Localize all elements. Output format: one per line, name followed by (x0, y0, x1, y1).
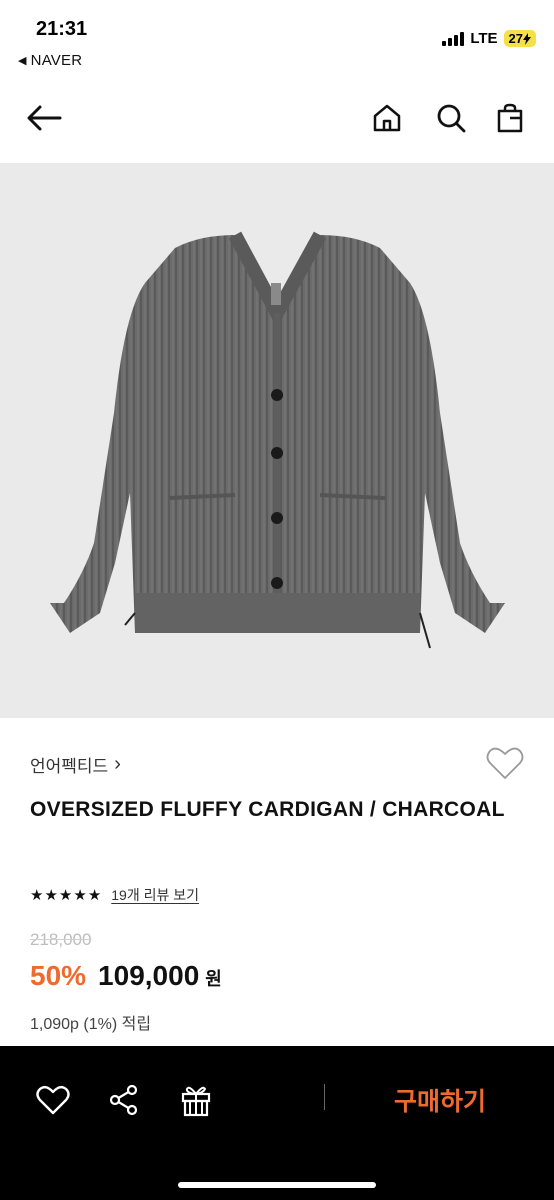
buy-button[interactable]: 구매하기 (370, 1080, 510, 1120)
cardigan-image (50, 231, 505, 649)
bottom-action-bar: 구매하기 (0, 1046, 554, 1200)
like-button[interactable] (33, 1080, 73, 1120)
back-to-app-link[interactable]: ◀ NAVER (18, 52, 82, 69)
brand-name: 언어펙티드 (30, 757, 109, 776)
rating-row: ★ ★ ★ ★ ★ 19개 리뷰 보기 (30, 885, 199, 905)
battery-level: 27 (508, 31, 523, 46)
network-label: LTE (470, 30, 498, 47)
star-icon: ★ (58, 886, 73, 904)
share-icon (109, 1084, 138, 1116)
price-row: 50% 109,000 원 (30, 960, 222, 992)
search-icon (437, 104, 466, 133)
top-navbar (0, 88, 554, 152)
product-image[interactable] (0, 163, 554, 718)
reviews-link[interactable]: 19개 리뷰 보기 (111, 885, 199, 905)
home-indicator[interactable] (178, 1182, 376, 1188)
star-icon: ★ (44, 886, 58, 904)
wishlist-button[interactable] (486, 746, 524, 785)
cart-button[interactable] (490, 98, 530, 138)
gift-icon (181, 1086, 211, 1117)
status-indicators: LTE 27 (442, 30, 536, 47)
product-title: OVERSIZED FLUFFY CARDIGAN / CHARCOAL (30, 798, 505, 821)
brand-link[interactable]: 언어펙티드 › (30, 752, 121, 777)
charging-bolt-icon (523, 32, 531, 45)
back-triangle-icon: ◀ (18, 55, 27, 67)
shopping-bag-icon (497, 103, 523, 133)
back-button[interactable] (24, 98, 64, 138)
home-button[interactable] (367, 98, 407, 138)
star-icon: ★ (87, 886, 102, 904)
discount-rate: 50% (30, 960, 87, 991)
gift-button[interactable] (176, 1080, 216, 1120)
star-icon: ★ (73, 886, 87, 904)
status-bar: 21:31 ◀ NAVER LTE 27 (0, 0, 554, 78)
back-arrow-icon (27, 105, 62, 131)
battery-indicator: 27 (503, 30, 536, 47)
sale-price: 109,000 (98, 960, 200, 991)
reward-points: 1,090p (1%) 적립 (30, 1016, 152, 1033)
heart-outline-icon (486, 747, 524, 779)
status-time: 21:31 (36, 18, 88, 40)
star-icon: ★ (30, 886, 44, 904)
chevron-right-icon: › (114, 753, 121, 775)
rating-stars: ★ ★ ★ ★ ★ (30, 888, 101, 903)
search-button[interactable] (431, 98, 471, 138)
original-price: 218,000 (30, 930, 92, 949)
home-icon (373, 104, 401, 132)
signal-icon (442, 31, 465, 46)
share-button[interactable] (104, 1080, 144, 1120)
heart-icon (36, 1085, 70, 1115)
bar-divider (324, 1084, 325, 1110)
currency-label: 원 (205, 969, 222, 989)
back-app-label: NAVER (30, 52, 83, 69)
